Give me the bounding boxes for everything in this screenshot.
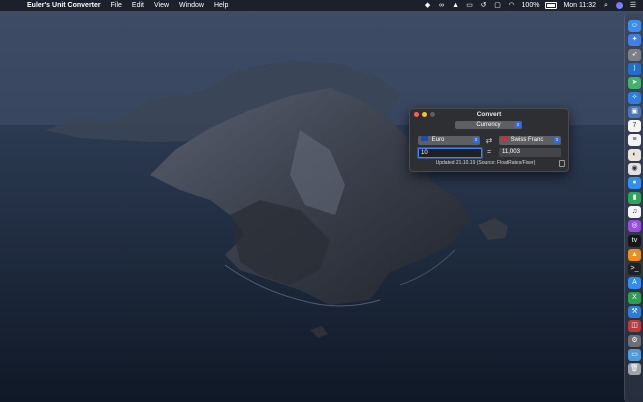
time-machine-icon[interactable]: ↺ [480,2,488,9]
chevron-updown-icon: ⇕ [515,122,521,128]
messages-icon[interactable]: ● [628,177,641,190]
vscode-icon[interactable]: ⟩ [628,62,641,75]
spotlight-search-icon[interactable]: ⌕ [602,2,610,9]
copy-icon[interactable] [559,160,565,167]
app-store-icon[interactable]: A [628,277,641,290]
xcode-icon[interactable]: ⚒ [628,306,641,318]
menu-window[interactable]: Window [179,0,204,11]
terminal-icon[interactable]: >_ [628,263,641,276]
battery-percentage[interactable]: 100% [522,0,540,11]
chevron-updown-icon: ⇕ [554,137,560,143]
swiss-flag-icon [502,135,507,141]
safari-icon[interactable]: ✦ [628,34,641,47]
clock[interactable]: Mon 11:32 [563,0,596,11]
numbers-icon[interactable]: ▮ [628,191,641,204]
zoom-window-button[interactable] [430,112,435,117]
eu-flag-icon [421,135,428,141]
desktop-wallpaper [0,0,643,402]
creative-cloud-icon[interactable]: ∞ [438,2,446,9]
vlc-icon[interactable]: ▲ [628,248,641,261]
menu-file[interactable]: File [111,0,122,11]
menu-view[interactable]: View [154,0,169,11]
status-area: ◆ ∞ ▲ ▭ ↺ ▢ ◠ 100% Mon 11:32 ⌕ ☰ [424,0,637,11]
window-titlebar[interactable]: Convert [410,109,568,120]
updated-status-text: Updated 21.10.19 (Source: FloatRates/Fix… [435,160,536,166]
window-title: Convert [476,111,502,118]
contacts-icon[interactable]: ◐ [628,148,641,161]
amount-input[interactable]: 10 [418,148,482,158]
podcasts-icon[interactable]: ◎ [628,220,641,233]
dock: ☺ ✦ ➶ ⟩ ➤ ✧ ▣ 7 ≡ ◐ ◉ ● ▮ ♫ ◎ tv ▲ >_ A X ⚒ ◫ ⚙ ▭ 🗑 [624,14,643,402]
chevron-updown-icon: ⇕ [473,137,479,143]
from-unit-label: Euro [431,137,445,143]
excel-icon[interactable]: X [628,291,641,304]
siri-icon[interactable] [616,2,623,9]
app-status-icon[interactable]: ▲ [452,2,460,9]
menu-edit[interactable]: Edit [132,0,144,11]
category-select[interactable]: Currency ⇕ [455,121,522,129]
rocket-icon[interactable]: ➶ [628,48,641,61]
swap-units-button[interactable]: ⇄ [483,136,495,145]
wifi-icon[interactable]: ◠ [508,2,516,9]
compass-icon[interactable]: ✧ [628,91,641,104]
convert-window: Convert Currency ⇕ Euro ⇕ ⇄ Swiss Franc … [409,108,569,172]
display-icon[interactable]: ▭ [466,2,474,9]
tv-icon[interactable]: tv [628,234,641,247]
from-unit-select[interactable]: Euro ⇕ [418,135,480,145]
maps-icon[interactable]: ➤ [628,77,641,90]
downloads-folder-icon[interactable]: ▭ [628,348,641,361]
result-field: 11,003 [499,148,561,157]
equals-sign: = [486,149,492,156]
menu-help[interactable]: Help [214,0,228,11]
airplay-icon[interactable]: ▢ [494,2,502,9]
to-unit-select[interactable]: Swiss Franc ⇕ [499,135,561,145]
calendar-icon[interactable]: 7 [628,120,641,133]
dropbox-icon[interactable]: ◆ [424,2,432,9]
utility-icon[interactable]: ⚙ [628,334,641,347]
menu-bar: Euler's Unit Converter File Edit View Wi… [0,0,643,11]
preview-icon[interactable]: ▣ [628,105,641,118]
trash-icon[interactable]: 🗑 [628,363,641,376]
category-label: Currency [476,122,501,128]
menu-app-name[interactable]: Euler's Unit Converter [27,0,101,11]
to-unit-label: Swiss Franc [510,137,544,143]
notification-center-icon[interactable]: ☰ [629,2,637,9]
close-window-button[interactable] [414,112,419,117]
photo-booth-icon[interactable]: ◫ [628,320,641,333]
battery-icon[interactable] [545,2,558,9]
finder-icon[interactable]: ☺ [628,20,641,32]
music-icon[interactable]: ♫ [628,205,641,218]
chrome-icon[interactable]: ◉ [628,163,641,175]
minimize-window-button[interactable] [422,112,427,117]
notes-icon[interactable]: ≡ [628,134,641,147]
